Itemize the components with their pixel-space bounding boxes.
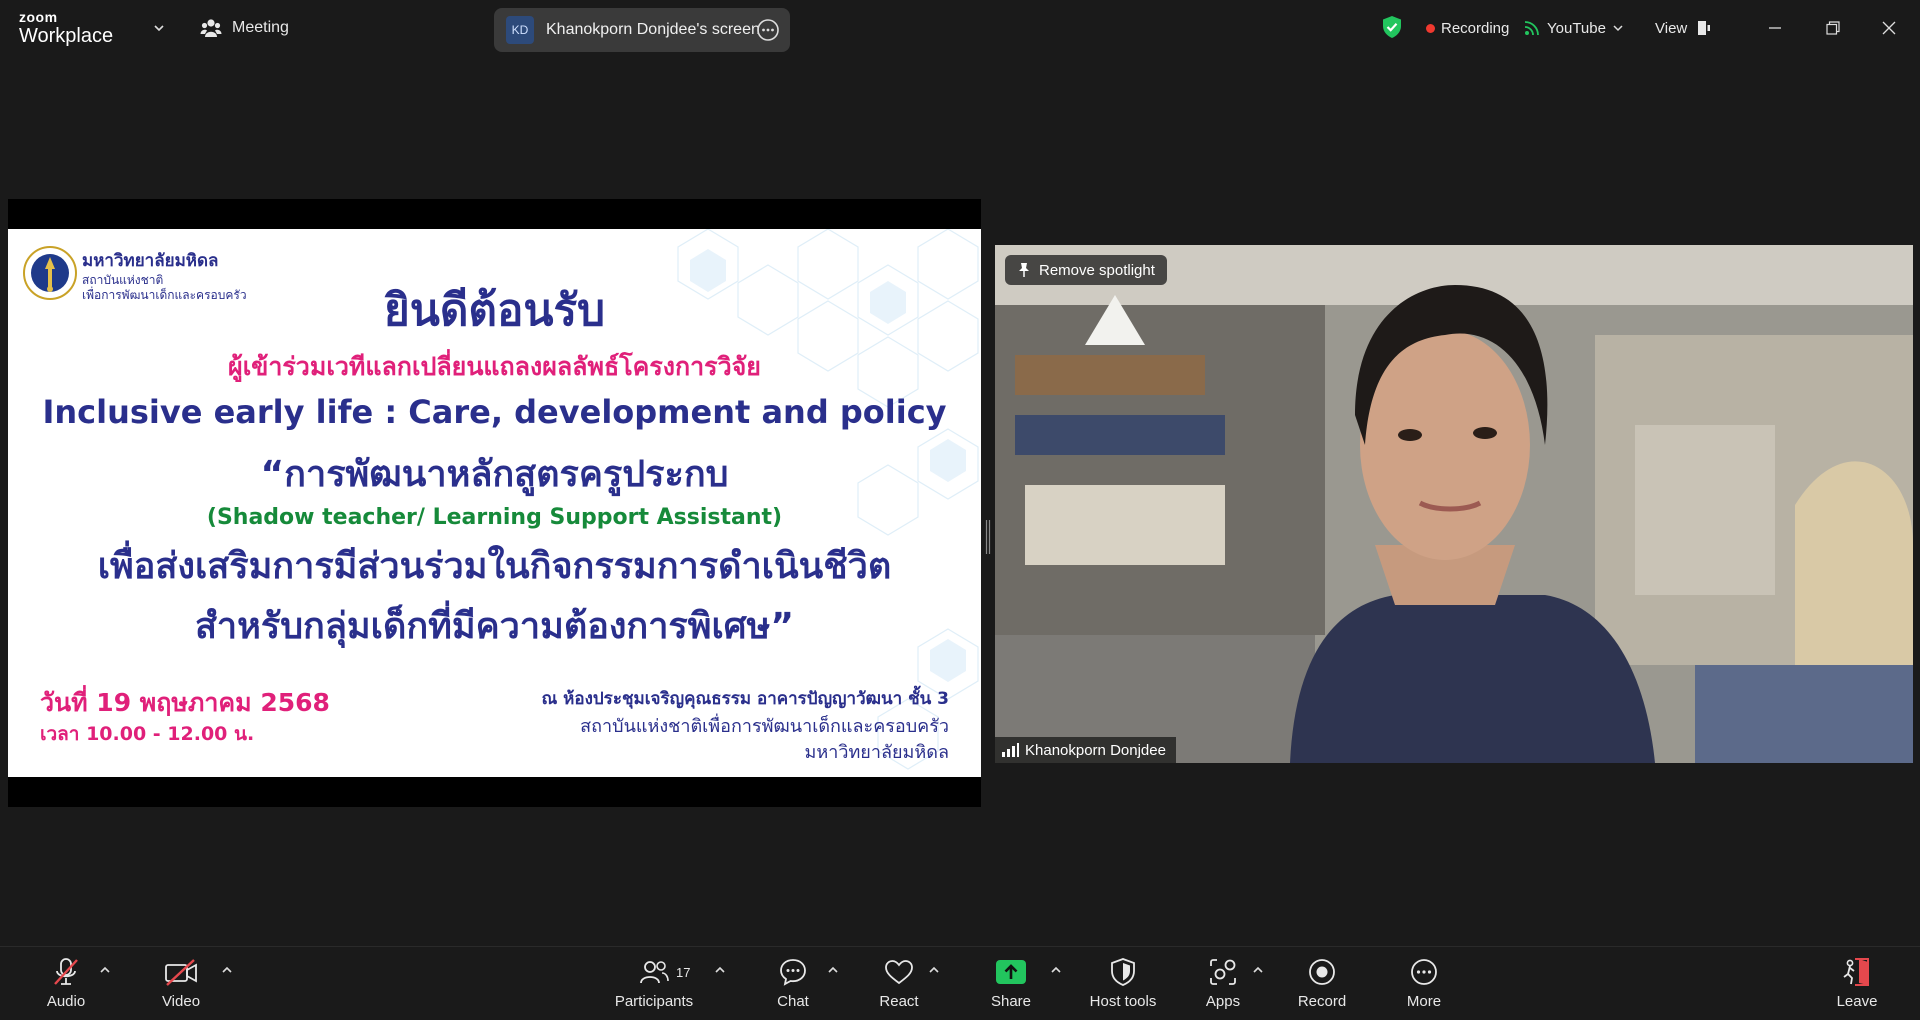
remove-spotlight-button[interactable]: Remove spotlight (1005, 255, 1167, 285)
react-options-caret-icon[interactable] (927, 963, 941, 977)
record-icon (1304, 955, 1340, 989)
close-button[interactable] (1875, 14, 1903, 42)
close-icon (1882, 21, 1896, 35)
apps-label: Apps (1205, 993, 1241, 1010)
livestream-icon (1524, 21, 1539, 36)
pin-icon (1019, 263, 1029, 277)
slide-university-bottom: มหาวิทยาลัยมหิดล (804, 742, 950, 763)
slide-subtitle: ผู้เข้าร่วมเวทีแลกเปลี่ยนแถลงผลลัพธ์โครง… (228, 352, 761, 381)
panel-resize-handle[interactable] (985, 520, 991, 554)
restore-icon (1826, 21, 1840, 35)
video-label: Video (161, 993, 201, 1010)
leave-meeting-button[interactable]: Leave (1807, 955, 1907, 1017)
share-label: Share (990, 993, 1032, 1010)
video-options-caret-icon[interactable] (220, 963, 234, 977)
video-button[interactable]: Video (131, 955, 231, 1017)
record-label: Record (1297, 993, 1347, 1010)
screen-share-label: Khanokporn Donjdee's screen (546, 21, 760, 38)
chevron-down-icon[interactable] (152, 21, 166, 35)
minimize-button[interactable] (1761, 14, 1789, 42)
view-label: View (1655, 19, 1688, 37)
slide-event-date: วันที่ 19 พฤษภาคม 2568 (40, 688, 330, 717)
brand-zoom: zoom (19, 9, 58, 25)
restore-button[interactable] (1819, 14, 1847, 42)
brand-workplace: Workplace (19, 25, 114, 47)
zoom-window: zoom Workplace Meeting KD Khanokporn Don… (0, 0, 1920, 1020)
slide-welcome-title: ยินดีต้อนรับ (383, 285, 606, 336)
record-button[interactable]: Record (1272, 955, 1372, 1017)
view-layout-icon (1698, 21, 1711, 35)
participants-options-caret-icon[interactable] (713, 963, 727, 977)
slide-university-name: มหาวิทยาลัยมหิดล (82, 251, 219, 271)
participant-video-feed (995, 245, 1913, 763)
audio-options-caret-icon[interactable] (98, 963, 112, 977)
youtube-livestream-menu[interactable]: YouTube (1524, 14, 1624, 42)
slide-thai-title-line1: “การพัฒนาหลักสูตรครูประกบ (260, 454, 729, 495)
slide-thai-title-line3: สำหรับกลุ่มเด็กที่มีความต้องการพิเศษ” (194, 606, 795, 647)
chat-label: Chat (777, 993, 809, 1010)
signal-strength-icon (1002, 743, 1019, 757)
shield-icon (1105, 955, 1141, 989)
host-tools-label: Host tools (1089, 993, 1157, 1010)
participants-icon (636, 955, 672, 989)
slide-english-subtitle: (Shadow teacher/ Learning Support Assist… (206, 505, 783, 530)
remove-spotlight-label: Remove spotlight (1039, 261, 1155, 279)
slide-english-title: Inclusive early life : Care, development… (42, 393, 947, 431)
share-options-caret-icon[interactable] (1049, 963, 1063, 977)
participants-label: Participants (614, 993, 694, 1010)
screen-share-indicator[interactable]: KD Khanokporn Donjdee's screen (494, 8, 790, 52)
leave-label: Leave (1836, 993, 1878, 1010)
chat-options-caret-icon[interactable] (826, 963, 840, 977)
slide-venue: ณ ห้องประชุมเจริญคุณธรรม อาคารปัญญาวัฒนา… (541, 689, 949, 709)
meeting-label: Meeting (232, 19, 289, 36)
meeting-menu[interactable]: Meeting (200, 17, 289, 39)
presenter-initials: KD (506, 16, 534, 44)
react-label: React (879, 993, 919, 1010)
more-icon (1406, 955, 1442, 989)
leave-door-icon (1839, 955, 1875, 989)
slide-institute-full: สถาบันแห่งชาติเพื่อการพัฒนาเด็กและครอบคร… (580, 716, 949, 737)
chat-icon (775, 955, 811, 989)
more-options-icon[interactable] (756, 18, 780, 42)
camera-off-icon (163, 955, 199, 989)
recording-label: Recording (1441, 19, 1510, 37)
zoom-workplace-logo[interactable]: zoom Workplace (19, 10, 113, 46)
more-label: More (1406, 993, 1442, 1010)
shared-slide[interactable]: มหาวิทยาลัยมหิดล สถาบันแห่งชาติ เพื่อการ… (8, 229, 981, 777)
microphone-muted-icon (48, 955, 84, 989)
participants-group-icon (200, 19, 222, 37)
more-button[interactable]: More (1374, 955, 1474, 1017)
meeting-controls-toolbar: Audio Video Participants 17 Chat React S… (0, 946, 1920, 1020)
participant-name: Khanokporn Donjdee (1025, 741, 1166, 759)
view-menu[interactable]: View (1655, 14, 1711, 42)
audio-label: Audio (46, 993, 86, 1010)
host-tools-button[interactable]: Host tools (1073, 955, 1173, 1017)
youtube-label: YouTube (1547, 19, 1606, 37)
participant-name-tag: Khanokporn Donjdee (995, 737, 1176, 763)
heart-icon (881, 955, 917, 989)
slide-event-time: เวลา 10.00 - 12.00 น. (40, 723, 255, 745)
share-screen-button[interactable]: Share (961, 955, 1061, 1017)
top-bar: zoom Workplace Meeting KD Khanokporn Don… (0, 0, 1920, 56)
slide-thai-title-line2: เพื่อส่งเสริมการมีส่วนร่วมในกิจกรรมการดำ… (97, 546, 892, 587)
participants-count: 17 (676, 965, 691, 980)
apps-icon (1205, 955, 1241, 989)
share-screen-icon (993, 955, 1029, 989)
recording-indicator[interactable]: Recording (1426, 14, 1509, 42)
recording-dot-icon (1426, 23, 1435, 33)
apps-options-caret-icon[interactable] (1251, 963, 1265, 977)
encryption-shield-icon[interactable] (1381, 15, 1403, 39)
participant-video-tile[interactable]: Remove spotlight Khanokporn Donjdee (995, 245, 1913, 763)
chevron-down-icon (1613, 25, 1623, 32)
minimize-icon (1769, 27, 1781, 29)
